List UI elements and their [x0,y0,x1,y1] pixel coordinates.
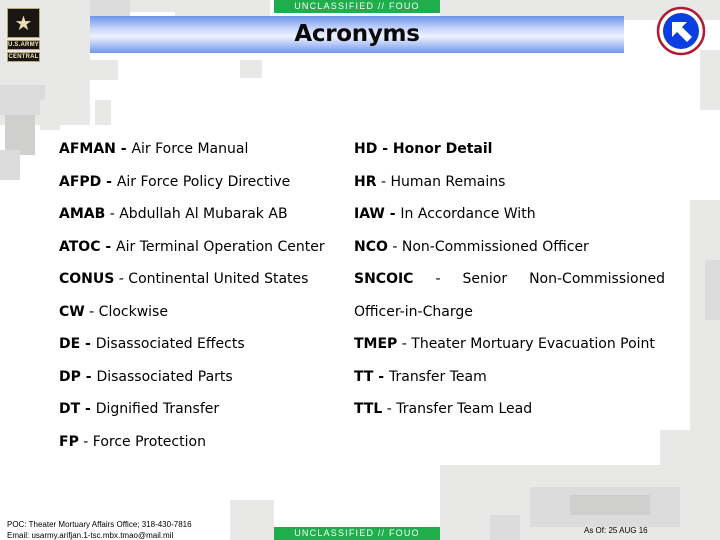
acronym-meaning: Transfer Team [388,368,487,385]
acronym-entry: DP - Disassociated Parts [59,368,233,385]
acronym-abbr: DE [59,336,81,352]
acronym-meaning: Officer-in-Charge [354,303,473,320]
acronym-entry: TT - Transfer Team [354,368,487,385]
acronym-list-right: HD - Honor Detail HR - Human Remains IAW… [354,138,674,431]
acronym-meaning: Senior [462,271,508,287]
acronym-entry: DT - Dignified Transfer [59,401,220,417]
acronym-abbr: AFMAN [59,141,116,157]
acronym-entry: HR - Human Remains [354,173,506,190]
acronym-entry: DE - Disassociated Effects [59,336,245,352]
acronym-abbr: SNCOIC [354,271,414,287]
us-army-central-logo: ★ U.S.ARMY CENTRAL [7,8,41,65]
acronym-abbr: AMAB [59,206,106,222]
acronym-meaning: Abdullah Al Mubarak AB [119,206,288,222]
acronym-abbr: TTL [354,401,383,417]
title-bar: Acronyms [90,16,624,53]
acronym-meaning: Theater Mortuary Evacuation Point [411,336,655,352]
acronym-abbr: HD [354,141,378,157]
acronym-meaning: Air Force Policy Directive [116,173,291,190]
acronym-entry: AMAB - Abdullah Al Mubarak AB [59,206,288,222]
acronym-meaning: Honor Detail [392,141,493,157]
acronym-meaning: Non-Commissioned Officer [401,238,589,255]
logo-text-line1: U.S.ARMY [7,40,40,50]
acronym-meaning: Disassociated Parts [96,368,233,385]
acronym-meaning: Clockwise [98,303,168,320]
acronym-entry: NCO - Non-Commissioned Officer [354,238,589,255]
acronym-abbr: CW [59,303,85,320]
acronym-abbr: ATOC [59,238,101,255]
acronym-abbr: AFPD [59,173,102,190]
acronym-abbr: HR [354,173,377,190]
acronym-entry: IAW - In Accordance With [354,206,536,222]
acronym-meaning: Transfer Team Lead [396,401,533,417]
as-of-date: As Of: 25 AUG 16 [584,526,648,535]
army-star-icon: ★ [7,8,40,38]
classification-banner-top: UNCLASSIFIED // FOUO [274,0,440,13]
acronym-entry: CONUS - Continental United States [59,271,309,287]
acronym-meaning: Air Force Manual [131,141,249,157]
acronym-abbr: TT [354,368,374,385]
acronym-abbr: CONUS [59,271,115,287]
page-title: Acronyms [294,21,420,47]
classification-banner-bottom: UNCLASSIFIED // FOUO [274,527,440,540]
acronym-meaning: Continental United States [128,271,309,287]
acronym-meaning: Human Remains [390,173,506,190]
acronym-abbr: FP [59,433,79,450]
return-arrow-icon[interactable] [656,6,706,56]
email-line: Email: usarmy.arifjan.1-tsc.mbx.tmao@mai… [7,531,174,540]
acronym-entry: SNCOIC - Senior Non-Commissioned [354,268,665,301]
acronym-meaning: Disassociated Effects [95,336,245,352]
acronym-entry: AFPD - Air Force Policy Directive [59,173,291,190]
acronym-abbr: IAW [354,206,385,222]
acronym-entry: TTL - Transfer Team Lead [354,401,533,417]
acronym-entry: CW - Clockwise [59,303,168,320]
acronym-entry: TMEP - Theater Mortuary Evacuation Point [354,336,655,352]
acronym-entry-continuation: Officer-in-Charge [354,301,674,334]
acronym-meaning: Air Terminal Operation Center [116,238,325,255]
acronym-meaning: Dignified Transfer [95,401,220,417]
acronym-entry: FP - Force Protection [59,433,206,450]
poc-info: POC: Theater Mortuary Affairs Office; 31… [7,519,192,540]
acronym-meaning: In Accordance With [400,206,536,222]
acronym-meaning: Non-Commissioned [529,271,665,287]
acronym-meaning: Force Protection [92,433,206,450]
logo-text-line2: CENTRAL [7,52,40,62]
poc-line: POC: Theater Mortuary Affairs Office; 31… [7,520,192,529]
acronym-abbr: NCO [354,238,388,255]
acronym-entry: ATOC - Air Terminal Operation Center [59,238,325,255]
acronym-entry: AFMAN - Air Force Manual [59,141,249,157]
acronym-list-left: AFMAN - Air Force Manual AFPD - Air Forc… [59,138,349,463]
acronym-abbr: TMEP [354,336,398,352]
acronym-abbr: DP [59,368,81,385]
acronym-abbr: DT [59,401,81,417]
acronym-entry: HD - Honor Detail [354,141,493,157]
